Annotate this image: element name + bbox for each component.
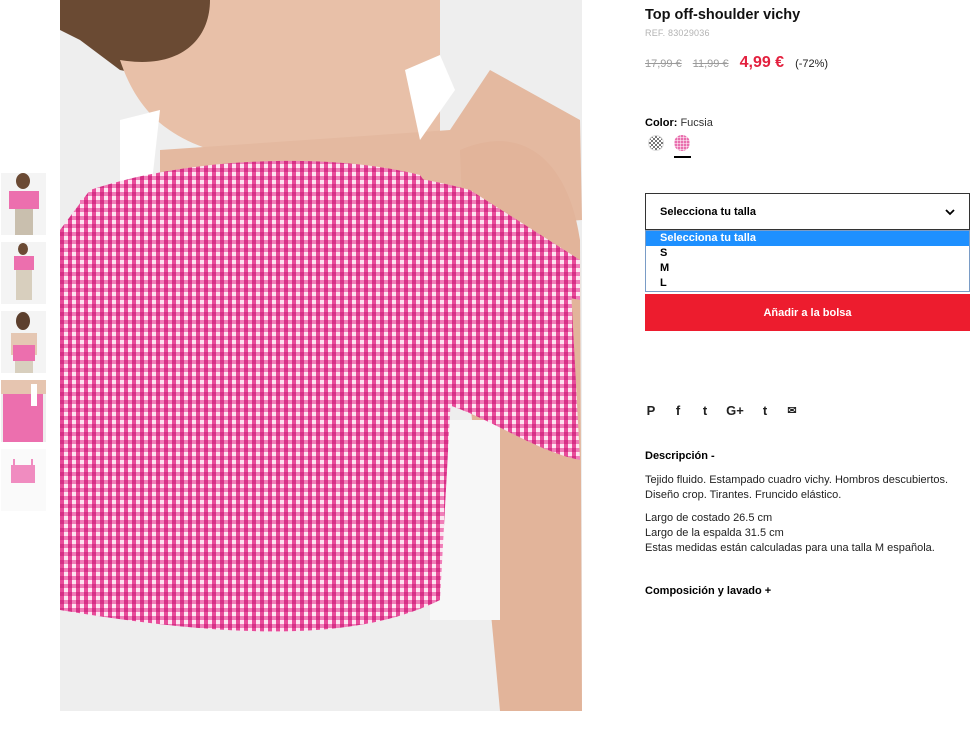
discount-badge: (-72%) [795, 58, 829, 70]
thumbnail-2[interactable] [1, 242, 46, 304]
pinterest-icon[interactable]: P [645, 403, 657, 419]
thumbnail-4[interactable] [1, 380, 46, 442]
thumbnail-1[interactable] [1, 173, 46, 235]
checkered-swatch[interactable] [648, 135, 664, 151]
share-icons: P f t G+ t ✉ [645, 403, 813, 419]
description-toggle[interactable]: Descripción - [645, 450, 715, 462]
composition-toggle[interactable]: Composición y lavado + [645, 585, 771, 597]
thumbnail-strip [1, 173, 46, 518]
color-selector-label: Color: Fucsia [645, 117, 713, 129]
size-option-s[interactable]: S [646, 246, 969, 261]
facebook-icon[interactable]: f [672, 403, 684, 419]
size-option-l[interactable]: L [646, 276, 969, 291]
email-icon[interactable]: ✉ [786, 403, 798, 419]
size-select[interactable]: Selecciona tu talla [645, 193, 970, 230]
measure-back-length: Largo de la espalda 31.5 cm [645, 527, 784, 539]
color-label: Color: [645, 117, 678, 129]
previous-price: 11,99 € [692, 58, 729, 70]
thumbnail-5[interactable] [1, 449, 46, 511]
description-text: Tejido fluido. Estampado cuadro vichy. H… [645, 474, 949, 501]
tumblr-icon[interactable]: t [759, 403, 771, 419]
selected-swatch-indicator [674, 156, 691, 158]
size-option-placeholder[interactable]: Selecciona tu talla [646, 231, 969, 246]
google-plus-icon[interactable]: G+ [726, 403, 744, 419]
measure-side-length: Largo de costado 26.5 cm [645, 512, 773, 524]
current-price: 4,99 € [739, 54, 785, 71]
product-reference: REF. 83029036 [645, 28, 710, 38]
measure-size-note: Estas medidas están calculadas para una … [645, 542, 935, 554]
size-option-m[interactable]: M [646, 261, 969, 276]
size-select-label: Selecciona tu talla [660, 205, 756, 218]
color-value: Fucsia [680, 117, 713, 129]
main-product-image [60, 0, 582, 711]
price-row: 17,99 € 11,99 € 4,99 € (-72%) [645, 54, 828, 72]
add-to-bag-button[interactable]: Añadir a la bolsa [645, 294, 970, 331]
original-price: 17,99 € [645, 58, 682, 70]
twitter-icon[interactable]: t [699, 403, 711, 419]
thumbnail-3[interactable] [1, 311, 46, 373]
size-dropdown-list: Selecciona tu talla S M L [645, 230, 970, 292]
product-title: Top off-shoulder vichy [645, 7, 801, 23]
fucsia-swatch[interactable] [674, 135, 690, 151]
chevron-down-icon [945, 209, 955, 216]
